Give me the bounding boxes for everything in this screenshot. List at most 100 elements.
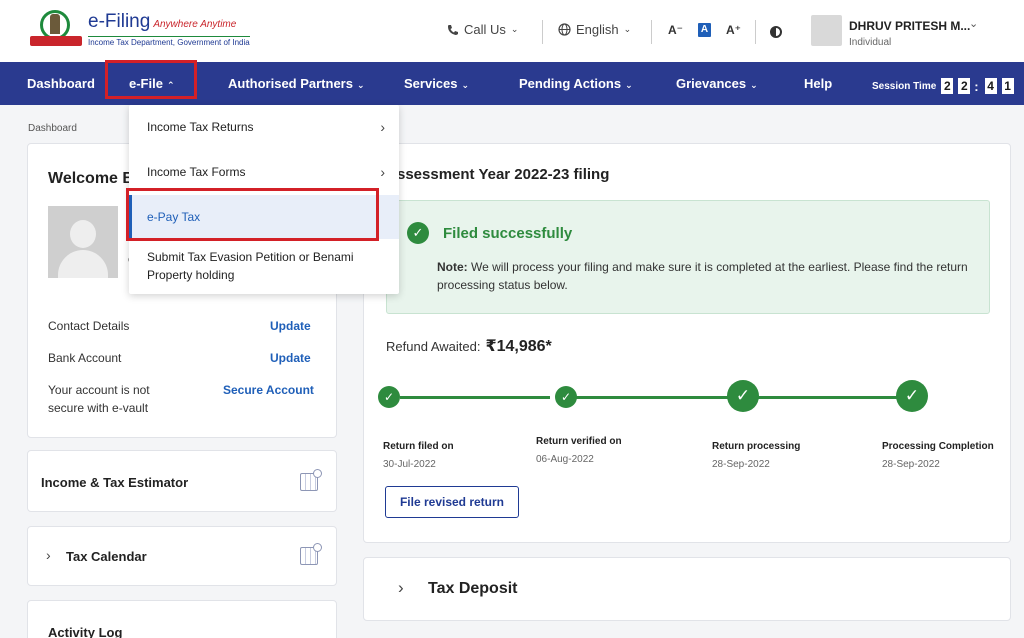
divider xyxy=(651,20,652,44)
step-check-icon: ✓ xyxy=(727,380,759,412)
language-label: English xyxy=(576,22,619,37)
nav-grievances-label: Grievances xyxy=(676,76,747,91)
tax-calendar-title: Tax Calendar xyxy=(66,549,147,564)
phone-icon xyxy=(448,24,458,35)
chevron-down-icon: ⌄ xyxy=(625,80,633,90)
filing-title: ssessment Year 2022-23 filing xyxy=(397,166,610,183)
session-label: Session Time xyxy=(872,80,937,92)
note-body: We will process your filing and make sur… xyxy=(437,260,968,292)
step-date: 30-Jul-2022 xyxy=(383,459,436,470)
chevron-right-icon: › xyxy=(46,547,51,563)
efile-highlight-box xyxy=(105,60,197,99)
refund-label: Refund Awaited: xyxy=(386,339,481,354)
contact-details-label: Contact Details xyxy=(48,319,130,333)
update-contact-link[interactable]: Update xyxy=(270,319,311,333)
logo-subtitle: Income Tax Department, Government of Ind… xyxy=(88,35,250,47)
chevron-down-icon[interactable]: ⌄ xyxy=(969,17,978,30)
language-selector[interactable]: English ⌄ xyxy=(558,22,631,37)
menu-item-label: Submit Tax Evasion Petition or Benami xyxy=(147,250,354,264)
session-digit: 2 xyxy=(941,78,954,94)
user-role: Individual xyxy=(849,37,892,48)
menu-item-label: Property holding xyxy=(147,268,235,282)
chevron-down-icon: ⌄ xyxy=(510,24,519,34)
tax-deposit-title: Tax Deposit xyxy=(428,580,518,597)
success-banner: ✓ Filed successfully Note: We will proce… xyxy=(386,200,990,314)
menu-item-income-tax-returns[interactable]: Income Tax Returns › xyxy=(129,105,399,150)
tax-deposit-card[interactable]: › Tax Deposit xyxy=(363,557,1011,621)
font-decrease-button[interactable]: A⁻ xyxy=(668,23,683,37)
session-digit: 1 xyxy=(1001,78,1014,94)
chevron-right-icon: › xyxy=(398,578,404,597)
step-label: Return filed on xyxy=(383,441,454,452)
estimator-title: Income & Tax Estimator xyxy=(41,475,189,490)
nav-authorised-partners-label: Authorised Partners xyxy=(228,76,353,91)
logo-title: e-Filing xyxy=(88,10,151,32)
activity-log-card[interactable]: Activity Log xyxy=(27,600,337,638)
chevron-down-icon: ⌄ xyxy=(356,80,365,90)
calculator-icon xyxy=(300,469,322,491)
emblem-icon xyxy=(28,8,84,50)
chevron-down-icon: ⌄ xyxy=(750,80,758,90)
divider xyxy=(755,20,756,44)
success-label: Filed successfully xyxy=(443,225,573,242)
globe-icon xyxy=(558,23,571,36)
menu-item-submit-tax-evasion-petition[interactable]: Submit Tax Evasion Petition or Benami Pr… xyxy=(129,248,399,288)
nav-grievances[interactable]: Grievances ⌄ xyxy=(676,76,758,91)
step-date: 06-Aug-2022 xyxy=(536,454,594,465)
step-label: Processing Completion xyxy=(882,441,994,452)
contrast-icon[interactable] xyxy=(770,26,782,38)
profile-photo xyxy=(48,206,118,278)
nav-pending-actions[interactable]: Pending Actions ⌄ xyxy=(519,76,633,91)
step-check-icon: ✓ xyxy=(896,380,928,412)
user-name[interactable]: DHRUV PRITESH M... xyxy=(849,19,970,33)
note-text: Note: We will process your filing and ma… xyxy=(437,258,977,294)
session-digit: 2 xyxy=(958,78,971,94)
progress-line xyxy=(758,396,908,399)
session-digit: 4 xyxy=(984,78,997,94)
secure-account-link[interactable]: Secure Account xyxy=(223,383,314,397)
avatar[interactable] xyxy=(811,15,842,46)
call-us-menu[interactable]: Call Us ⌄ xyxy=(447,22,518,37)
epay-highlight-box xyxy=(126,188,379,241)
efiling-logo[interactable]: e-Filing Anywhere Anytime Income Tax Depa… xyxy=(28,8,250,50)
calendar-icon xyxy=(300,543,322,565)
font-increase-button[interactable]: A⁺ xyxy=(726,23,741,37)
step-date: 28-Sep-2022 xyxy=(882,459,940,470)
file-revised-return-button[interactable]: File revised return xyxy=(385,486,519,518)
progress-line xyxy=(400,396,550,399)
note-label: Note: xyxy=(437,260,468,274)
chevron-right-icon: › xyxy=(380,119,385,135)
step-check-icon: ✓ xyxy=(378,386,400,408)
chevron-down-icon: ⌄ xyxy=(461,80,470,90)
step-check-icon: ✓ xyxy=(555,386,577,408)
nav-pending-actions-label: Pending Actions xyxy=(519,76,622,91)
nav-services[interactable]: Services ⌄ xyxy=(404,76,469,91)
font-normal-button[interactable]: A xyxy=(698,23,711,37)
nav-authorised-partners[interactable]: Authorised Partners ⌄ xyxy=(228,76,365,91)
top-header: e-Filing Anywhere Anytime Income Tax Depa… xyxy=(0,0,1024,62)
progress-line xyxy=(576,396,746,399)
evault-status-label: Your account is not xyxy=(48,383,150,397)
evault-status-label: secure with e-vault xyxy=(48,401,149,415)
tax-calendar-card[interactable]: › Tax Calendar xyxy=(27,526,337,586)
logo-tagline: Anywhere Anytime xyxy=(153,18,237,30)
update-bank-link[interactable]: Update xyxy=(270,351,311,365)
nav-services-label: Services xyxy=(404,76,458,91)
filing-status-card: ssessment Year 2022-23 filing ✓ Filed su… xyxy=(363,143,1011,543)
call-us-label: Call Us xyxy=(464,22,506,37)
step-label: Return processing xyxy=(712,441,801,452)
divider xyxy=(542,20,543,44)
step-date: 28-Sep-2022 xyxy=(712,459,770,470)
breadcrumb[interactable]: Dashboard xyxy=(28,123,77,134)
refund-awaited: Refund Awaited: ₹14,986* xyxy=(386,336,552,356)
nav-help[interactable]: Help xyxy=(804,76,832,91)
bank-account-label: Bank Account xyxy=(48,351,122,365)
refund-amount: ₹14,986* xyxy=(485,338,552,355)
activity-log-title: Activity Log xyxy=(48,625,123,638)
chevron-right-icon: › xyxy=(380,164,385,180)
estimator-card[interactable]: Income & Tax Estimator xyxy=(27,450,337,512)
nav-dashboard[interactable]: Dashboard xyxy=(27,76,95,91)
menu-item-label: Income Tax Forms xyxy=(147,165,246,179)
step-label: Return verified on xyxy=(536,436,622,447)
session-timer: Session Time 2 2 : 4 1 xyxy=(872,78,1014,94)
